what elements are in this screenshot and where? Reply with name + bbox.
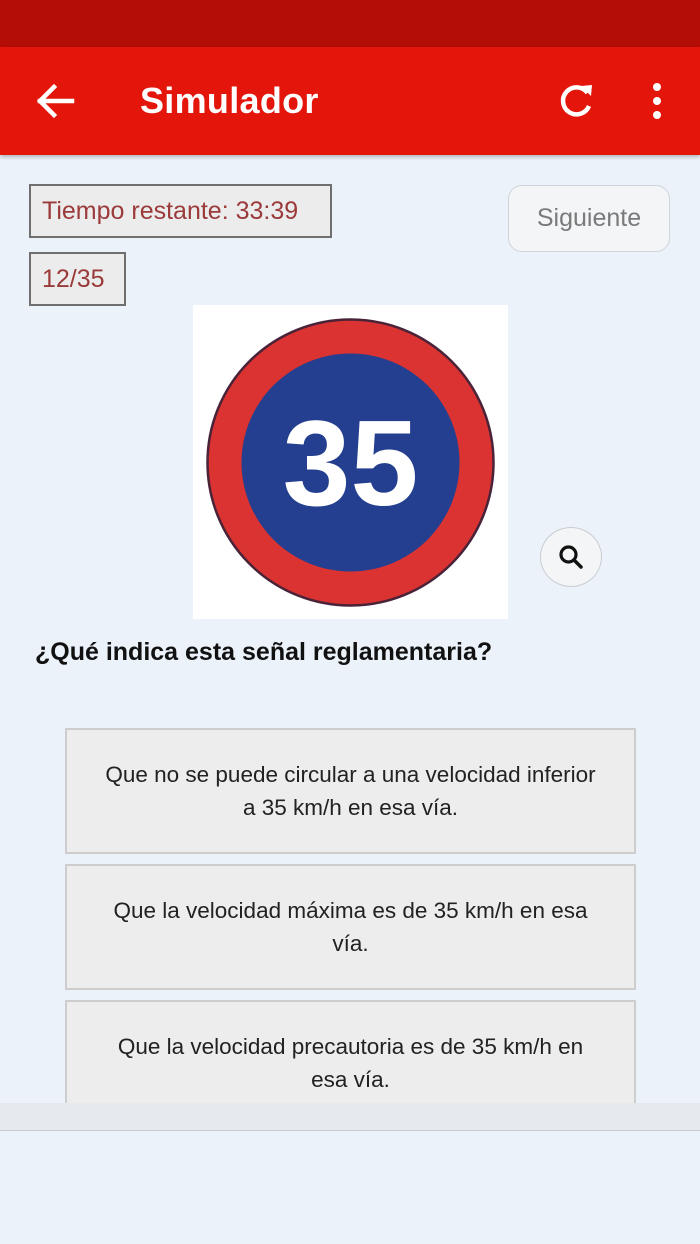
search-icon (559, 545, 583, 569)
more-options-button[interactable] (640, 79, 674, 123)
zoom-button[interactable] (540, 527, 602, 587)
answers-list: Que no se puede circular a una velocidad… (0, 710, 700, 1103)
app-bar: Simulador (0, 47, 700, 155)
next-button[interactable]: Siguiente (508, 185, 670, 252)
arrow-left-icon (36, 83, 75, 119)
timer-display: Tiempo restante: 33:39 (29, 184, 332, 238)
refresh-button[interactable] (552, 79, 600, 123)
app-title: Simulador (140, 80, 319, 121)
answer-option-3[interactable]: Que la velocidad precautoria es de 35 km… (65, 1000, 636, 1103)
answer-option-2[interactable]: Que la velocidad máxima es de 35 km/h en… (65, 864, 636, 990)
answer-option-1[interactable]: Que no se puede circular a una velocidad… (65, 728, 636, 854)
back-button[interactable] (30, 81, 78, 121)
sign-number: 35 (283, 395, 419, 531)
question-text: ¿Qué indica esta señal reglamentaria? (35, 638, 493, 666)
bottom-bar (0, 1103, 700, 1131)
status-bar (0, 0, 700, 47)
more-vertical-icon (653, 83, 661, 119)
question-counter: 12/35 (29, 252, 126, 306)
speed-sign-image: 35 (193, 305, 508, 619)
refresh-icon (560, 85, 592, 117)
